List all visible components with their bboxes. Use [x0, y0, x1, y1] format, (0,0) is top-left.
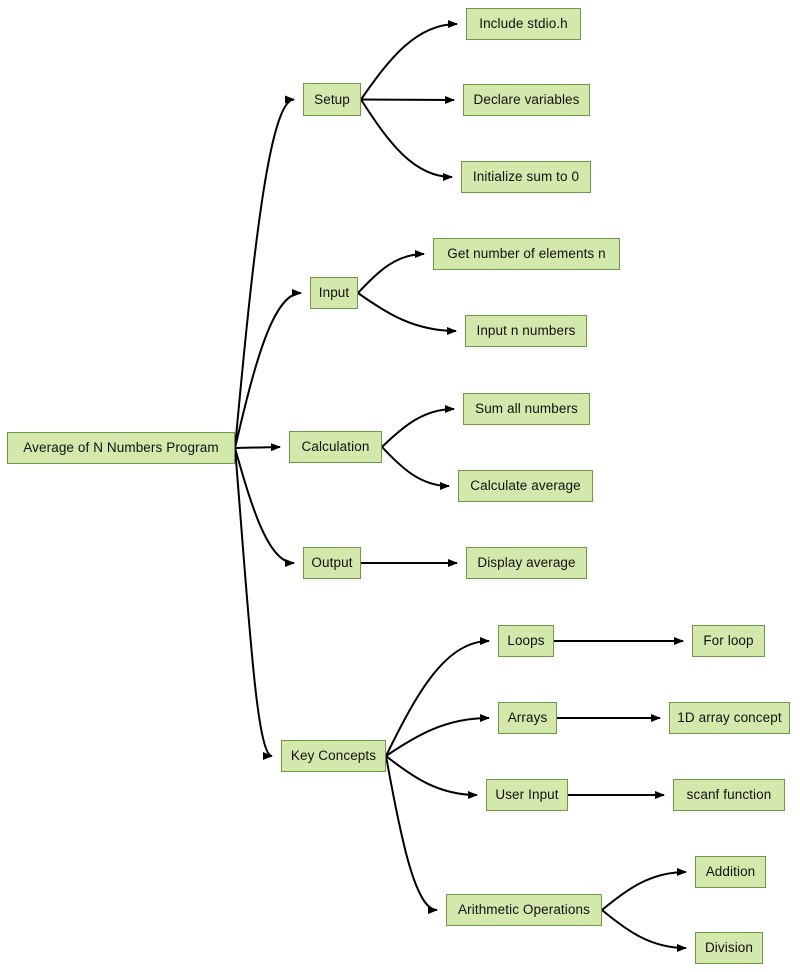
node-arrays[interactable]: Arrays [498, 702, 557, 734]
edge-keyconcepts-to-arithmetic [385, 755, 438, 914]
edge-setup-to-declare [360, 95, 455, 104]
mindmap-canvas: Average of N Numbers Program Setup Include… [0, 0, 800, 972]
node-root[interactable]: Average of N Numbers Program [7, 432, 235, 464]
edge-setup-to-stdio [360, 20, 458, 101]
node-stdio[interactable]: Include stdio.h [466, 8, 581, 40]
node-calculation[interactable]: Calculation [289, 431, 382, 463]
edge-arithmetic-to-division [601, 909, 687, 952]
edge-calculation-to-calcavg [381, 446, 450, 490]
node-output[interactable]: Output [303, 547, 361, 579]
edge-root-to-output [234, 447, 295, 567]
edge-calculation-to-sumall [381, 405, 455, 448]
edge-setup-to-initsum [360, 98, 453, 181]
node-input[interactable]: Input [310, 277, 358, 309]
node-arithmetic[interactable]: Arithmetic Operations [446, 894, 602, 926]
edge-layer [234, 20, 687, 952]
edge-root-to-keyconcepts [234, 447, 273, 760]
node-declare[interactable]: Declare variables [463, 84, 590, 116]
edge-root-to-setup [234, 95, 295, 449]
node-array1d[interactable]: 1D array concept [669, 702, 790, 734]
node-getn[interactable]: Get number of elements n [433, 238, 620, 270]
node-addition[interactable]: Addition [695, 856, 766, 888]
edge-input-to-inputn [357, 292, 457, 335]
node-scanf[interactable]: scanf function [673, 779, 785, 811]
edge-arithmetic-to-addition [601, 868, 687, 911]
node-forloop[interactable]: For loop [692, 625, 765, 657]
edge-root-to-input [234, 289, 302, 449]
edge-keyconcepts-to-userinput [385, 755, 478, 799]
node-dispavg[interactable]: Display average [466, 547, 587, 579]
edge-root-to-calculation [234, 443, 281, 452]
node-setup[interactable]: Setup [303, 83, 361, 116]
node-loops[interactable]: Loops [498, 625, 554, 657]
node-keyconcepts[interactable]: Key Concepts [281, 740, 386, 772]
node-initsum[interactable]: Initialize sum to 0 [461, 161, 591, 193]
edge-keyconcepts-to-arrays [385, 714, 490, 757]
edge-keyconcepts-to-loops [385, 637, 490, 757]
edge-input-to-getn [357, 250, 425, 294]
node-sumall[interactable]: Sum all numbers [463, 393, 590, 425]
node-calcavg[interactable]: Calculate average [458, 470, 593, 502]
node-inputn[interactable]: Input n numbers [465, 315, 587, 347]
node-userinput[interactable]: User Input [486, 779, 568, 811]
node-division[interactable]: Division [695, 932, 763, 964]
